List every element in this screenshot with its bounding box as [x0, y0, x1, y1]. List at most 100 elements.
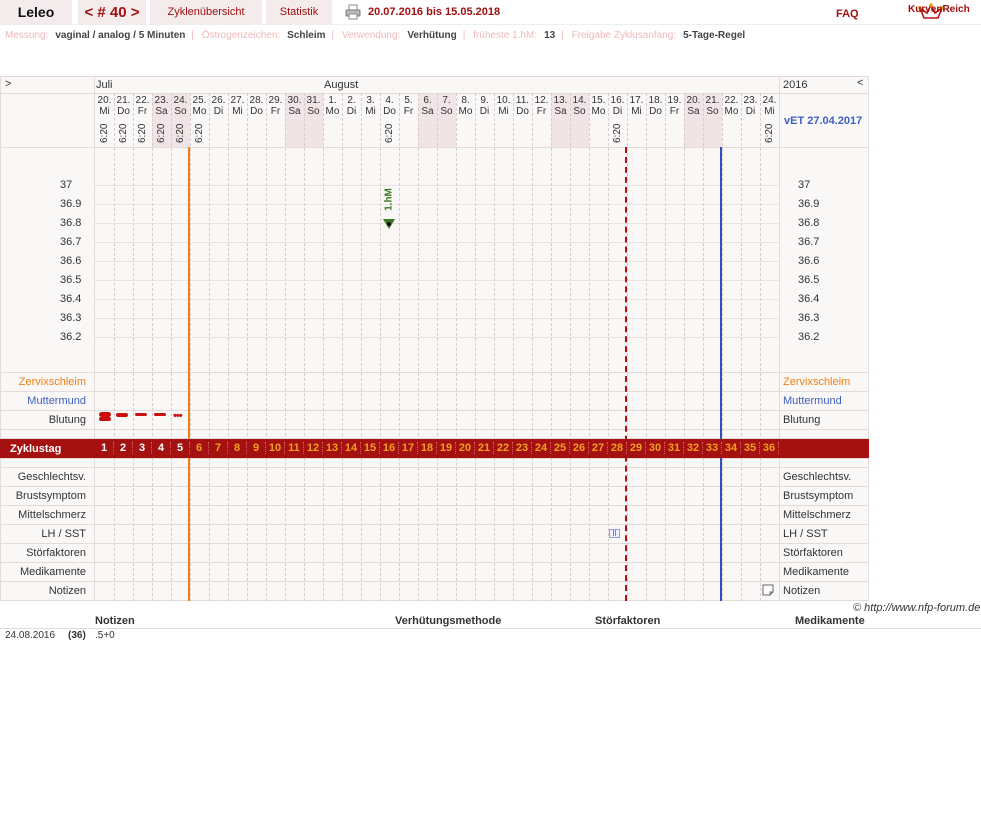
- day-header[interactable]: 13. Sa: [551, 95, 570, 117]
- cycle-day-number[interactable]: 20: [456, 442, 475, 454]
- cycle-day-number[interactable]: 33: [703, 442, 722, 454]
- tab-statistics[interactable]: Statistik: [266, 0, 332, 24]
- day-header[interactable]: 2. Di: [342, 95, 361, 117]
- day-header[interactable]: 20. Sa: [684, 95, 703, 117]
- day-header[interactable]: 15. Mo: [589, 95, 608, 117]
- day-header[interactable]: 26. Di: [209, 95, 228, 117]
- bleeding-mark[interactable]: [135, 413, 147, 416]
- cycle-day-number[interactable]: 7: [209, 442, 228, 454]
- bleeding-mark[interactable]: [99, 417, 111, 421]
- day-date: 29.: [268, 95, 283, 106]
- cycle-day-number[interactable]: 11: [285, 442, 304, 454]
- cycle-day-number[interactable]: 14: [342, 442, 361, 454]
- printer-icon[interactable]: [345, 4, 361, 20]
- tab-cycle-overview[interactable]: Zyklenübersicht: [150, 0, 262, 24]
- cycle-day-number[interactable]: 30: [646, 442, 665, 454]
- cycle-day-number[interactable]: 21: [475, 442, 494, 454]
- logo-text[interactable]: KurvenReich: [908, 4, 970, 15]
- cycle-day-number[interactable]: 27: [589, 442, 608, 454]
- day-header[interactable]: 6. Sa: [418, 95, 437, 117]
- day-header[interactable]: 5. Fr: [399, 95, 418, 117]
- day-header[interactable]: 21. So: [703, 95, 722, 117]
- cycle-navigator[interactable]: < # 40 >: [78, 0, 146, 24]
- cycle-day-number[interactable]: 29: [627, 442, 646, 454]
- day-header[interactable]: 22. Mo: [722, 95, 741, 117]
- day-header[interactable]: 10. Mi: [494, 95, 513, 117]
- bleeding-mark[interactable]: [154, 413, 166, 416]
- cycle-day-number[interactable]: 16: [380, 442, 399, 454]
- day-header[interactable]: 24. Mi: [760, 95, 779, 117]
- cycle-day-number[interactable]: 25: [551, 442, 570, 454]
- nav-left-arrow[interactable]: >: [5, 78, 11, 90]
- day-header[interactable]: 4. Do: [380, 95, 399, 117]
- bleeding-spotting-mark[interactable]: •••: [173, 410, 183, 422]
- cycle-day-number[interactable]: 23: [513, 442, 532, 454]
- day-header[interactable]: 19. Fr: [665, 95, 684, 117]
- day-weekday: Mo: [192, 106, 207, 117]
- day-header[interactable]: 23. Di: [741, 95, 760, 117]
- cycle-day-number[interactable]: 28: [608, 442, 627, 454]
- day-header[interactable]: 22. Fr: [133, 95, 152, 117]
- day-header[interactable]: 29. Fr: [266, 95, 285, 117]
- day-gridline: [171, 93, 172, 601]
- row-label-blutung-right: Blutung: [783, 414, 821, 426]
- day-header[interactable]: 27. Mi: [228, 95, 247, 117]
- grid-hline: [0, 562, 869, 563]
- day-header[interactable]: 30. Sa: [285, 95, 304, 117]
- day-header[interactable]: 17. Mi: [627, 95, 646, 117]
- cycle-day-number[interactable]: 2: [114, 442, 133, 454]
- note-icon[interactable]: [762, 584, 774, 596]
- cycle-day-number[interactable]: 35: [741, 442, 760, 454]
- cycle-day-number[interactable]: 1: [95, 442, 114, 454]
- day-header[interactable]: 20. Mi: [95, 95, 114, 117]
- cycle-day-number[interactable]: 26: [570, 442, 589, 454]
- day-header[interactable]: 11. Do: [513, 95, 532, 117]
- day-header[interactable]: 3. Mi: [361, 95, 380, 117]
- bleeding-mark[interactable]: [116, 413, 128, 417]
- lh-test-mark[interactable]: II: [609, 529, 620, 538]
- measure-time: 6:20: [764, 123, 775, 143]
- cycle-day-number[interactable]: 13: [323, 442, 342, 454]
- cycle-day-number[interactable]: 10: [266, 442, 285, 454]
- day-header[interactable]: 1. Mo: [323, 95, 342, 117]
- cycle-day-number[interactable]: 3: [133, 442, 152, 454]
- day-header[interactable]: 14. So: [570, 95, 589, 117]
- day-header[interactable]: 16. Di: [608, 95, 627, 117]
- day-header[interactable]: 23. Sa: [152, 95, 171, 117]
- cycle-day-number[interactable]: 8: [228, 442, 247, 454]
- day-header[interactable]: 31. So: [304, 95, 323, 117]
- copyright[interactable]: © http://www.nfp-forum.de: [853, 602, 980, 614]
- cycle-day-number[interactable]: 24: [532, 442, 551, 454]
- temp-label-left: 36.5: [60, 274, 82, 286]
- cycle-day-number[interactable]: 15: [361, 442, 380, 454]
- day-header[interactable]: 9. Di: [475, 95, 494, 117]
- day-header[interactable]: 24. So: [171, 95, 190, 117]
- day-header[interactable]: 28. Do: [247, 95, 266, 117]
- cycle-day-number[interactable]: 19: [437, 442, 456, 454]
- day-header[interactable]: 12. Fr: [532, 95, 551, 117]
- cycle-day-number[interactable]: 4: [152, 442, 171, 454]
- cycle-day-number[interactable]: 36: [760, 442, 779, 454]
- cycle-day-number[interactable]: 5: [171, 442, 190, 454]
- cycle-day-number[interactable]: 9: [247, 442, 266, 454]
- cycle-day-number[interactable]: 34: [722, 442, 741, 454]
- day-header[interactable]: 7. So: [437, 95, 456, 117]
- day-header[interactable]: 25. Mo: [190, 95, 209, 117]
- row-label-medi: Medikamente: [19, 566, 86, 578]
- cycle-day-number[interactable]: 22: [494, 442, 513, 454]
- first-higher-measurement-marker[interactable]: [382, 217, 396, 231]
- faq-link[interactable]: FAQ: [836, 8, 859, 20]
- nav-right-arrow[interactable]: <: [857, 77, 863, 89]
- cycle-day-number[interactable]: 6: [190, 442, 209, 454]
- day-date: 23.: [154, 95, 169, 106]
- cycle-day-number[interactable]: 18: [418, 442, 437, 454]
- cycle-day-number[interactable]: 31: [665, 442, 684, 454]
- release-value: 5-Tage-Regel: [683, 30, 746, 41]
- cycle-day-number[interactable]: 17: [399, 442, 418, 454]
- day-weekday: Do: [516, 106, 529, 117]
- day-header[interactable]: 8. Mo: [456, 95, 475, 117]
- day-header[interactable]: 18. Do: [646, 95, 665, 117]
- cycle-day-number[interactable]: 32: [684, 442, 703, 454]
- cycle-day-number[interactable]: 12: [304, 442, 323, 454]
- day-header[interactable]: 21. Do: [114, 95, 133, 117]
